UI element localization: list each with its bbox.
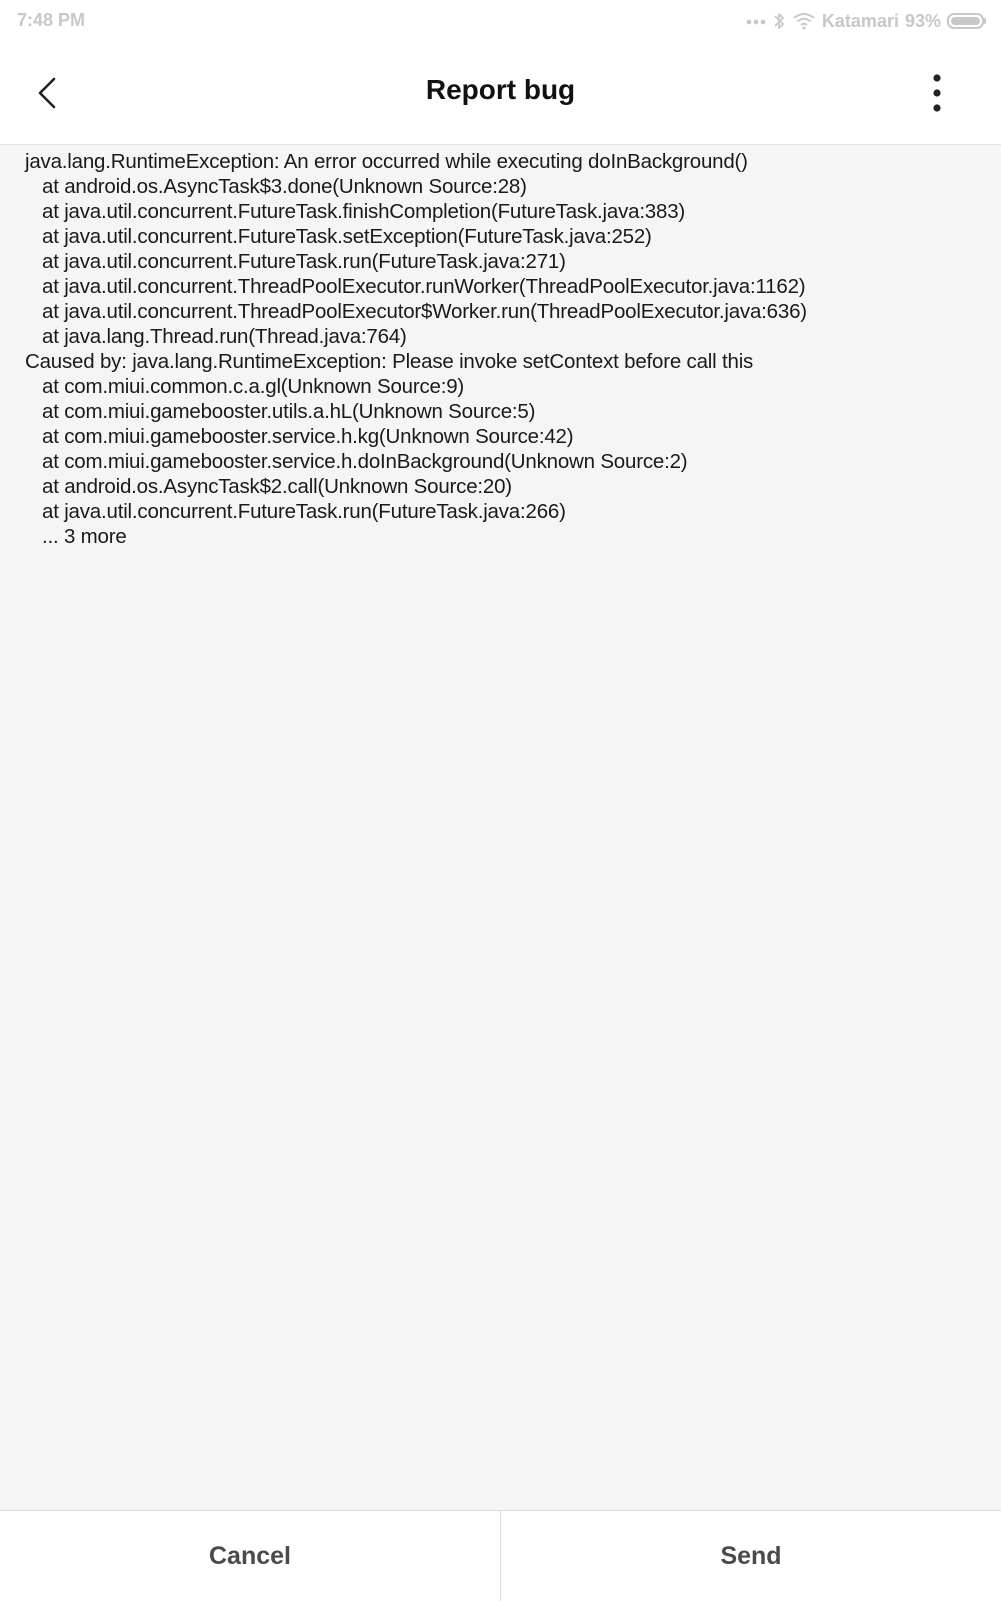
- stack-frame-line: at java.util.concurrent.ThreadPoolExecut…: [42, 275, 806, 298]
- stack-frame-line: at com.miui.common.c.a.gl(Unknown Source…: [42, 375, 465, 398]
- status-indicators: Katamari 93%: [746, 9, 987, 33]
- more-options-button[interactable]: [917, 68, 957, 118]
- exception-line: Caused by: java.lang.RuntimeException: P…: [25, 350, 754, 373]
- stack-frame-line: at java.lang.Thread.run(Thread.java:764): [42, 325, 407, 348]
- stack-frame-line: at java.util.concurrent.FutureTask.finis…: [42, 200, 686, 223]
- stack-frame-line: at com.miui.gamebooster.utils.a.hL(Unkno…: [42, 400, 536, 423]
- stack-frame-line: at java.util.concurrent.FutureTask.run(F…: [42, 500, 566, 523]
- status-bar: 7:48 PM Katamari 93%: [0, 0, 1001, 42]
- bottom-action-bar: Cancel Send: [0, 1510, 1001, 1601]
- exception-line: java.lang.RuntimeException: An error occ…: [25, 150, 748, 173]
- page-title: Report bug: [425, 74, 576, 105]
- status-time: 7:48 PM: [17, 10, 86, 30]
- stack-frame-line: at android.os.AsyncTask$2.call(Unknown S…: [42, 475, 512, 498]
- title-bar: Report bug: [0, 42, 1001, 145]
- stack-frame-line: at com.miui.gamebooster.service.h.doInBa…: [42, 450, 688, 473]
- stack-frame-line: at java.util.concurrent.FutureTask.setEx…: [42, 225, 652, 248]
- wifi-icon: [792, 12, 816, 30]
- more-notifications-icon: [746, 17, 766, 25]
- cancel-button[interactable]: Cancel: [0, 1511, 500, 1601]
- stack-frame-line: at java.util.concurrent.FutureTask.run(F…: [42, 250, 566, 273]
- battery-percent: 93%: [904, 10, 941, 31]
- network-name: Katamari: [821, 10, 899, 31]
- bluetooth-icon: [772, 11, 786, 31]
- stack-frame-line: at com.miui.gamebooster.service.h.kg(Unk…: [42, 425, 574, 448]
- send-button[interactable]: Send: [501, 1511, 1001, 1601]
- stack-frame-line: ... 3 more: [42, 525, 127, 548]
- stack-frame-line: at java.util.concurrent.ThreadPoolExecut…: [42, 300, 807, 323]
- battery-icon: [947, 12, 987, 30]
- report-bug-screen: 7:48 PM Katamari 93% Report bug java.lan…: [0, 0, 1001, 1601]
- stack-trace-log: java.lang.RuntimeException: An error occ…: [25, 149, 975, 549]
- stack-frame-line: at android.os.AsyncTask$3.done(Unknown S…: [42, 175, 527, 198]
- more-vertical-icon: [933, 74, 941, 112]
